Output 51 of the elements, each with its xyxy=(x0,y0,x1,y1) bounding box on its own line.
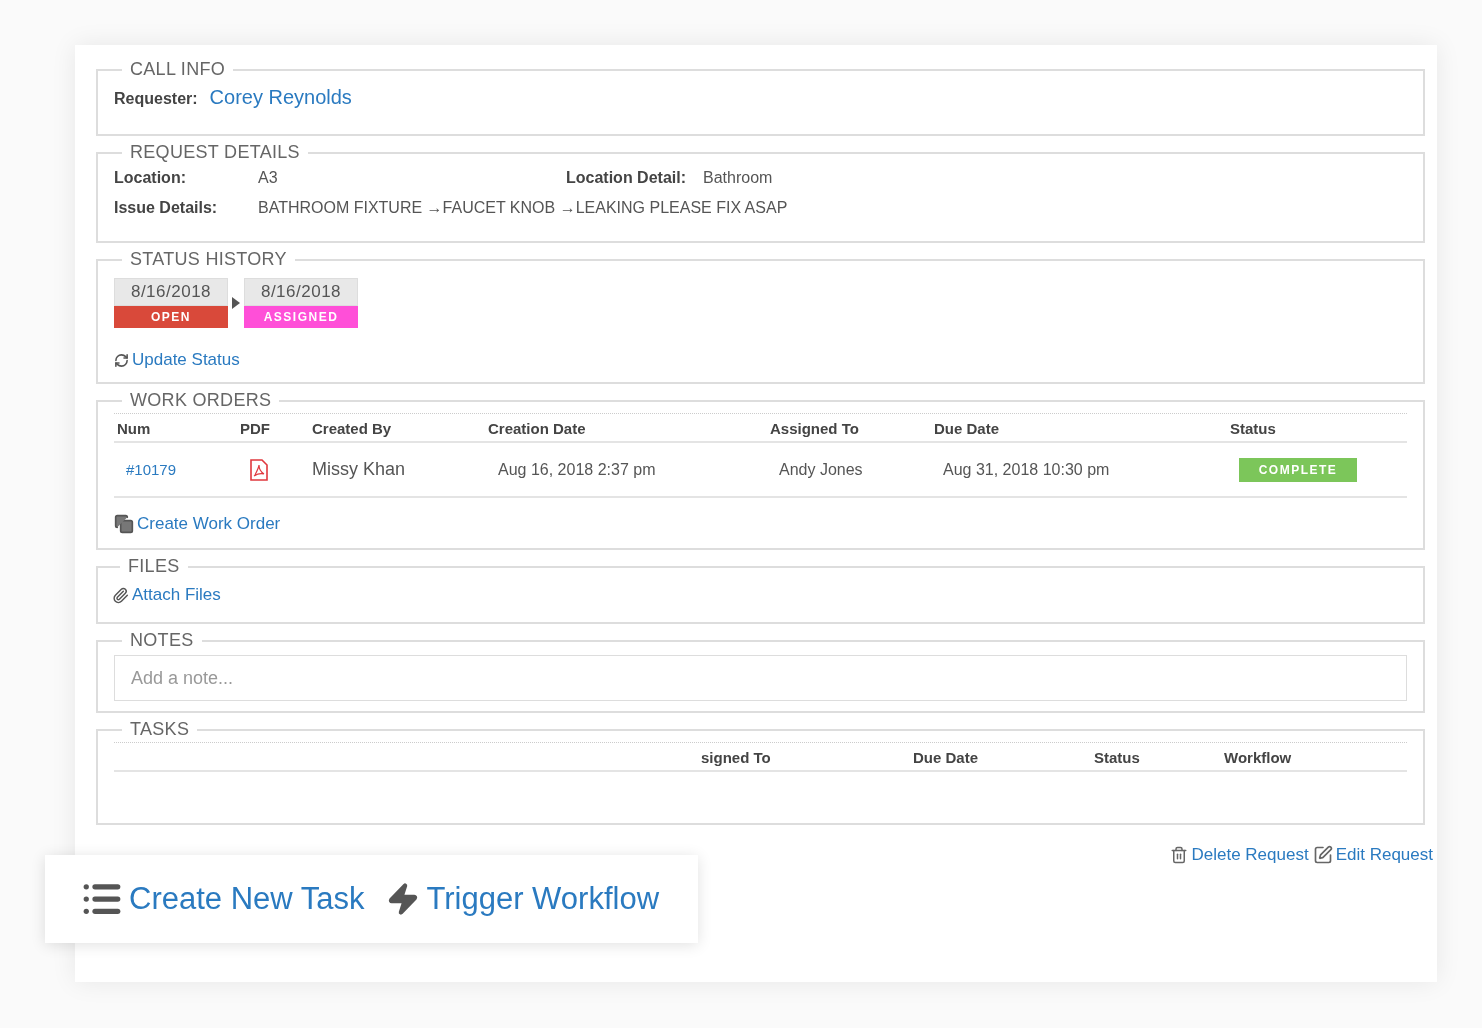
section-title: FILES xyxy=(127,556,181,577)
field-label: Location: xyxy=(114,169,187,187)
column-header: Status xyxy=(1094,749,1141,766)
paperclip-icon xyxy=(112,586,129,604)
delete-request-link[interactable]: Delete Request xyxy=(1170,845,1309,865)
field-label: Requester: xyxy=(114,90,198,108)
field-label: Issue Details: xyxy=(114,199,219,217)
section-title: TASKS xyxy=(129,719,191,740)
section-title: STATUS HISTORY xyxy=(129,249,288,270)
table-cell-text: Missy Khan xyxy=(312,459,407,480)
arrow-icon xyxy=(232,297,240,309)
section-title: NOTES xyxy=(129,630,195,651)
status-label: OPEN xyxy=(114,306,228,328)
column-header: Created By xyxy=(312,420,393,437)
documents-icon xyxy=(114,514,134,534)
create-task-link[interactable]: Create New Task xyxy=(81,878,365,920)
column-header: Due Date xyxy=(934,420,1001,437)
table-cell-text: Andy Jones xyxy=(778,460,864,479)
trash-icon xyxy=(1170,846,1189,864)
field-label: Location Detail: xyxy=(566,169,686,187)
column-header: signed To xyxy=(701,749,772,766)
refresh-icon xyxy=(114,352,129,368)
column-header: Num xyxy=(117,420,152,437)
field-value: A3 xyxy=(258,169,279,187)
status-label: ASSIGNED xyxy=(244,306,358,328)
work-order-link[interactable]: #10179 xyxy=(117,461,240,478)
create-work-order-link[interactable]: Create Work Order xyxy=(114,514,281,534)
edit-request-link[interactable]: Edit Request xyxy=(1312,845,1433,865)
field-value: Bathroom xyxy=(703,169,773,187)
section-title: WORK ORDERS xyxy=(129,390,273,411)
section-title: REQUEST DETAILS xyxy=(129,142,301,163)
column-header: Assigned To xyxy=(770,420,860,437)
pdf-icon[interactable] xyxy=(250,458,268,481)
section-title: CALL INFO xyxy=(129,59,227,80)
field-value: BATHROOM FIXTURE →FAUCET KNOB →LEAKING PLEASE FIX ASAP xyxy=(258,199,788,217)
attach-files-link[interactable]: Attach Files xyxy=(112,585,221,605)
table-cell-text: Aug 16, 2018 2:37 pm xyxy=(497,460,657,479)
status-badge: COMPLETE xyxy=(1239,457,1357,482)
edit-icon xyxy=(1312,845,1333,865)
column-header: Status xyxy=(1230,420,1277,437)
column-header: PDF xyxy=(240,420,271,437)
status-date: 8/16/2018 xyxy=(244,278,358,306)
note-input[interactable]: Add a note... xyxy=(114,655,1407,701)
update-status-link[interactable]: Update Status xyxy=(114,350,240,370)
status-date: 8/16/2018 xyxy=(114,278,228,306)
trigger-workflow-link[interactable]: Trigger Workflow xyxy=(386,881,659,917)
column-header: Due Date xyxy=(913,749,980,766)
requester-link[interactable]: Corey Reynolds xyxy=(209,86,352,109)
table-cell-text: Aug 31, 2018 10:30 pm xyxy=(942,460,1111,479)
column-header: Creation Date xyxy=(488,420,587,437)
column-header: Workflow xyxy=(1224,749,1293,766)
